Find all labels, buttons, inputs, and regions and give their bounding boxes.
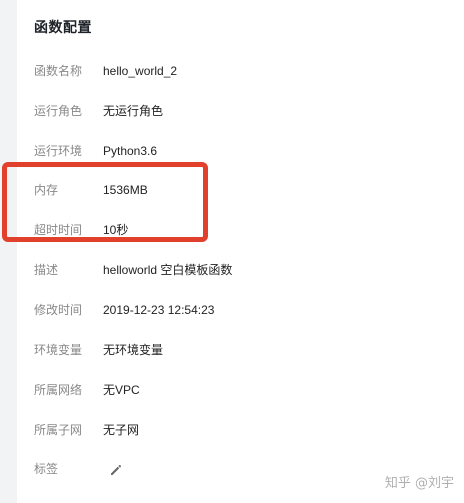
field-subnet: 所属子网 无子网 (34, 420, 139, 440)
field-run-role: 运行角色 无运行角色 (34, 101, 163, 121)
field-label: 描述 (34, 263, 59, 277)
field-label: 运行角色 (34, 104, 83, 118)
description-value: helloworld 空白模板函数 (103, 263, 233, 277)
run-role-value: 无运行角色 (103, 104, 164, 118)
modified-time-value: 2019-12-23 12:54:23 (103, 303, 215, 317)
field-tags: 标签 (34, 459, 123, 479)
field-label: 函数名称 (34, 64, 83, 78)
runtime-value: Python3.6 (103, 144, 158, 158)
field-runtime: 运行环境 Python3.6 (34, 141, 157, 161)
field-function-name: 函数名称 hello_world_2 (34, 61, 177, 81)
pencil-icon[interactable] (109, 463, 123, 477)
subnet-value: 无子网 (103, 423, 140, 437)
env-vars-value: 无环境变量 (103, 343, 164, 357)
field-description: 描述 helloworld 空白模板函数 (34, 260, 232, 280)
field-label: 所属子网 (34, 423, 83, 437)
field-label: 标签 (34, 462, 59, 476)
field-label: 所属网络 (34, 383, 83, 397)
field-vpc: 所属网络 无VPC (34, 380, 140, 400)
field-env-vars: 环境变量 无环境变量 (34, 340, 163, 360)
vpc-value: 无VPC (103, 383, 140, 397)
highlight-annotation-box (2, 162, 208, 242)
field-label: 环境变量 (34, 343, 83, 357)
watermark: 知乎 @刘宇 (384, 476, 454, 491)
function-name-value: hello_world_2 (103, 64, 178, 78)
field-label: 运行环境 (34, 144, 83, 158)
field-modified-time: 修改时间 2019-12-23 12:54:23 (34, 300, 214, 320)
field-label: 修改时间 (34, 303, 83, 317)
panel-title: 函数配置 (34, 19, 92, 35)
